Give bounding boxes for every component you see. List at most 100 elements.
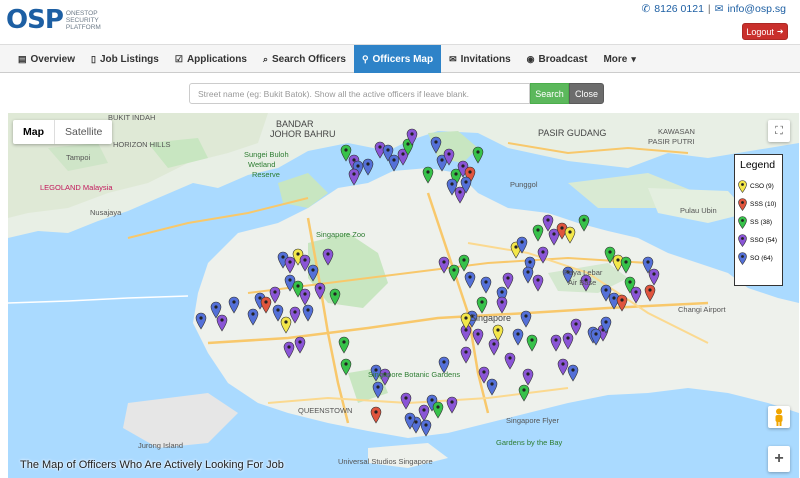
place-label: Punggol bbox=[510, 180, 538, 189]
officer-marker[interactable] bbox=[472, 146, 484, 164]
email-link[interactable]: info@osp.sg bbox=[727, 3, 786, 15]
place-label: QUEENSTOWN bbox=[298, 406, 353, 415]
nav-invitations[interactable]: ✉ Invitations bbox=[441, 45, 519, 73]
map-type-control: Map Satellite bbox=[13, 120, 113, 144]
place-label: BUKIT INDAH bbox=[108, 113, 156, 122]
street-view-button[interactable] bbox=[768, 406, 790, 428]
search-placeholder: Street name (eg: Bukit Batok). Show all … bbox=[198, 88, 470, 99]
place-label: Gardens by the Bay bbox=[496, 438, 563, 447]
tagline-line: PLATFORM bbox=[65, 23, 101, 31]
marker-pin-icon bbox=[738, 215, 747, 229]
phone-link[interactable]: 8126 0121 bbox=[654, 3, 704, 15]
legend-label: SSO (54) bbox=[750, 236, 778, 244]
nav-items: ▤ Overview ▯ Job Listings ☑ Applications ⌕ Sear… bbox=[10, 45, 644, 73]
place-label: Air Base bbox=[568, 278, 597, 287]
dashboard-icon: ▤ bbox=[18, 53, 27, 64]
fullscreen-icon: ⛶ bbox=[775, 124, 783, 137]
officer-marker[interactable] bbox=[348, 168, 360, 186]
nav-label: More bbox=[603, 53, 628, 65]
phone-icon: ✆ bbox=[641, 3, 651, 15]
nav-overview[interactable]: ▤ Overview bbox=[10, 45, 83, 73]
legend-label: SO (64) bbox=[750, 254, 773, 262]
legend-label: SS (38) bbox=[750, 218, 773, 226]
search-button[interactable]: Search bbox=[530, 83, 569, 104]
document-icon: ▯ bbox=[91, 53, 96, 64]
close-button[interactable]: Close bbox=[569, 83, 604, 104]
nav-label: Job Listings bbox=[99, 53, 159, 65]
legend-label: CSO (9) bbox=[750, 182, 774, 190]
place-label: Wetland bbox=[248, 160, 276, 169]
nav-more[interactable]: More ▾ bbox=[595, 45, 643, 73]
contact-info: ✆ 8126 0121 | ✉ info@osp.sg bbox=[641, 3, 786, 15]
plus-icon: + bbox=[774, 450, 784, 467]
place-label: Singapore Botanic Gardens bbox=[368, 370, 461, 379]
marker-pin-icon bbox=[738, 197, 747, 211]
place-label: Tampoi bbox=[66, 153, 91, 162]
map-legend: Legend CSO (9) SSS (10) SS (38) SSO (54) SO … bbox=[734, 154, 783, 286]
nav-broadcast[interactable]: ◉ Broadcast bbox=[519, 45, 596, 73]
marker-pin-icon bbox=[738, 251, 747, 265]
map-marker-icon: ⚲ bbox=[361, 53, 369, 64]
marker-pin-icon bbox=[738, 179, 747, 193]
search-icon: ⌕ bbox=[262, 53, 268, 64]
place-label: Singapore Zoo bbox=[316, 230, 366, 239]
logout-button[interactable]: Logout ➜ bbox=[742, 23, 788, 40]
place-label: BANDAR bbox=[276, 119, 314, 129]
legend-rows: CSO (9) SSS (10) SS (38) SSO (54) SO (64) bbox=[738, 177, 779, 267]
tagline-line: SECURITY bbox=[65, 16, 99, 24]
zoom-in-button[interactable]: + bbox=[768, 446, 790, 472]
place-label: Pulau Ubin bbox=[680, 206, 717, 215]
nav-job-listings[interactable]: ▯ Job Listings bbox=[83, 45, 167, 73]
legend-label: SSS (10) bbox=[750, 200, 777, 208]
place-label: PASIR GUDANG bbox=[538, 128, 607, 138]
place-label: Nusajaya bbox=[90, 208, 122, 217]
contact-separator: | bbox=[707, 3, 711, 15]
pegman-icon bbox=[775, 408, 783, 426]
fullscreen-button[interactable]: ⛶ bbox=[768, 120, 790, 142]
place-label: PASIR PUTRI bbox=[648, 137, 695, 146]
legend-item: SSO (54) bbox=[738, 231, 779, 249]
envelope-icon: ✉ bbox=[714, 3, 724, 15]
place-label: LEGOLAND Malaysia bbox=[40, 183, 113, 192]
map-type-map[interactable]: Map bbox=[13, 120, 55, 144]
logo-mark: OSP bbox=[6, 5, 64, 35]
map-base bbox=[8, 113, 799, 468]
top-bar: OSP ONESTOP SECURITY PLATFORM ✆ 8126 012… bbox=[0, 0, 800, 42]
rss-icon: ◉ bbox=[526, 53, 535, 64]
checkbox-icon: ☑ bbox=[174, 53, 183, 64]
nav-label: Broadcast bbox=[538, 53, 588, 65]
officer-marker[interactable] bbox=[362, 158, 374, 176]
place-label: JOHOR BAHRU bbox=[270, 129, 336, 139]
nav-search-officers[interactable]: ⌕ Search Officers bbox=[255, 45, 354, 73]
nav-officers-map[interactable]: ⚲ Officers Map bbox=[353, 45, 442, 73]
place-label: Jurong Island bbox=[138, 441, 184, 450]
place-label: Reserve bbox=[252, 170, 280, 179]
place-label: Changi Airport bbox=[678, 305, 726, 314]
logo-tagline: ONESTOP SECURITY PLATFORM bbox=[66, 10, 101, 31]
place-label: KAWASAN bbox=[658, 127, 695, 136]
legend-item: CSO (9) bbox=[738, 177, 779, 195]
place-label: Universal Studios Singapore bbox=[338, 457, 433, 466]
nav-label: Officers Map bbox=[372, 53, 434, 65]
place-label: Singapore bbox=[470, 313, 512, 323]
place-label: HORIZON HILLS bbox=[113, 140, 171, 149]
sign-out-icon: ➜ bbox=[776, 27, 784, 36]
main-nav: ▤ Overview ▯ Job Listings ☑ Applications ⌕ Sear… bbox=[0, 44, 800, 73]
officer-marker[interactable] bbox=[388, 154, 400, 172]
place-label: Sungei Buloh bbox=[244, 150, 289, 159]
nav-label: Invitations bbox=[460, 53, 511, 65]
map-type-satellite[interactable]: Satellite bbox=[55, 120, 112, 144]
officers-map[interactable]: BUKIT INDAH BANDAR JOHOR BAHRU Tampoi HO… bbox=[8, 113, 799, 478]
nav-label: Search Officers bbox=[272, 53, 346, 65]
nav-applications[interactable]: ☑ Applications bbox=[167, 45, 255, 73]
tagline-line: ONESTOP bbox=[65, 9, 98, 17]
legend-item: SO (64) bbox=[738, 249, 779, 267]
logout-label: Logout bbox=[746, 26, 774, 37]
envelope-icon: ✉ bbox=[449, 53, 457, 64]
osp-logo[interactable]: OSP ONESTOP SECURITY PLATFORM bbox=[6, 5, 101, 35]
caret-down-icon: ▾ bbox=[631, 53, 636, 64]
place-label: Singapore Flyer bbox=[506, 416, 559, 425]
nav-label: Applications bbox=[186, 53, 247, 65]
street-search-input[interactable]: Street name (eg: Bukit Batok). Show all … bbox=[189, 83, 530, 104]
nav-label: Overview bbox=[30, 53, 75, 65]
